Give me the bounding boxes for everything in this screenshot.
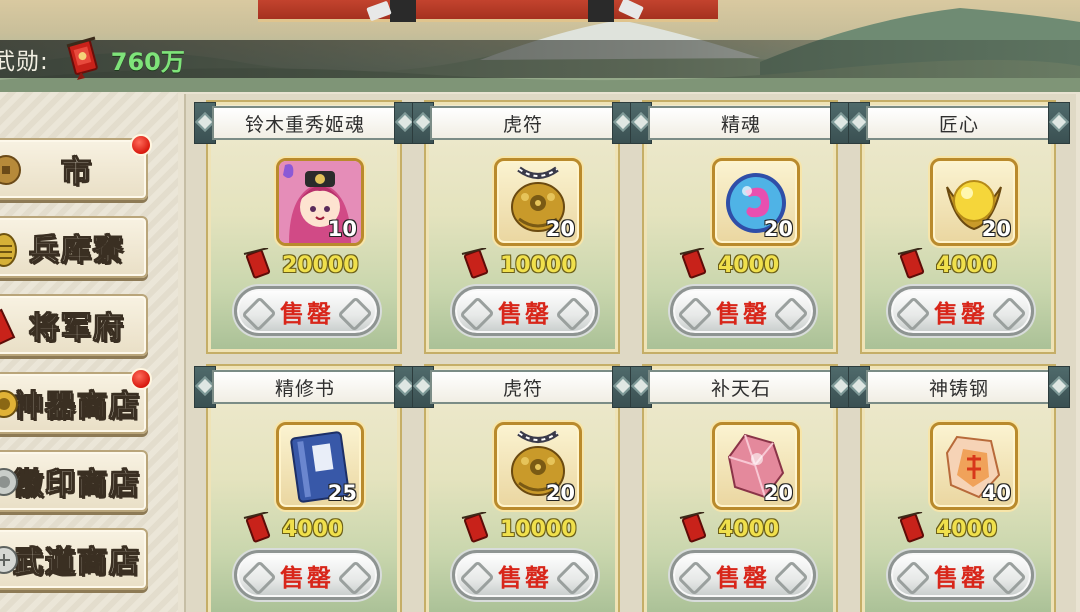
banner-flag-icon — [679, 512, 707, 543]
sidebar-item-label: 武道商店 — [13, 545, 141, 581]
item-name: 匠心 — [938, 113, 979, 136]
sold-out-label: 售罄 — [280, 563, 334, 592]
sidebar-item-label: 徽印商店 — [13, 467, 141, 503]
sold-out-label: 售罄 — [934, 563, 988, 592]
banner-flag-icon — [897, 512, 925, 543]
sold-out-label: 售罄 — [934, 299, 988, 328]
shop-item-card[interactable]: 精修书 25 4000 售罄 — [194, 364, 416, 612]
banner-flag-icon — [897, 248, 925, 279]
shop-grid: 铃木重秀姬魂 10 20000 售罄 虎符 20 10000 售罄 精魂 20 … — [184, 94, 1076, 612]
currency-value: 760万 — [110, 47, 185, 76]
banner-flag-icon — [66, 36, 98, 80]
castle-gate — [258, 0, 718, 22]
sold-out-button[interactable]: 售罄 — [234, 550, 380, 600]
sold-out-label: 售罄 — [498, 563, 552, 592]
sidebar-item-armory[interactable]: 兵库寮 — [0, 216, 148, 278]
item-name: 补天石 — [710, 377, 771, 400]
banner-flag-icon — [679, 248, 707, 279]
sold-out-button[interactable]: 售罄 — [670, 286, 816, 336]
item-price: 20000 — [282, 252, 359, 278]
item-name: 铃木重秀姬魂 — [244, 113, 365, 136]
sidebar-item-label: 神器商店 — [13, 389, 141, 425]
sold-out-button[interactable]: 售罄 — [452, 286, 598, 336]
banner-flag-icon — [461, 248, 489, 279]
sidebar-item-shogun-mansion[interactable]: 将军府 — [0, 294, 148, 356]
item-name: 精魂 — [720, 113, 761, 136]
item-price: 4000 — [718, 516, 780, 542]
item-slot[interactable]: 10 — [276, 158, 364, 246]
silver-coin-icon — [0, 546, 18, 574]
item-slot[interactable]: 20 — [712, 422, 800, 510]
item-price: 4000 — [936, 516, 998, 542]
banner-flag-icon — [243, 248, 271, 279]
item-name: 虎符 — [502, 377, 543, 400]
helmet-icon — [0, 233, 17, 267]
item-name: 精修书 — [274, 377, 335, 400]
item-price: 4000 — [718, 252, 780, 278]
sold-out-button[interactable]: 售罄 — [888, 286, 1034, 336]
sidebar-item-market[interactable]: 市 — [0, 134, 152, 200]
notification-badge — [130, 134, 152, 156]
currency-bar: 武勋: 760万 — [0, 36, 1080, 80]
sold-out-button[interactable]: 售罄 — [670, 550, 816, 600]
sold-out-label: 售罄 — [716, 563, 770, 592]
silver-emblem-icon — [0, 468, 18, 496]
item-price: 10000 — [500, 252, 577, 278]
sold-out-button[interactable]: 售罄 — [452, 550, 598, 600]
notification-badge — [130, 368, 152, 390]
banner-flag-icon — [243, 512, 271, 543]
currency-label: 武勋: — [0, 49, 49, 75]
item-price: 4000 — [936, 252, 998, 278]
item-name: 虎符 — [502, 113, 543, 136]
shop-item-card[interactable]: 神铸钢 40 4000 售罄 — [848, 364, 1070, 612]
shop-item-card[interactable]: 虎符 20 10000 售罄 — [412, 364, 634, 612]
item-price: 4000 — [282, 516, 344, 542]
sidebar-item-emblem-shop[interactable]: 徽印商店 — [0, 450, 148, 512]
item-quantity: 40 — [981, 481, 1011, 505]
coin-icon — [0, 155, 21, 185]
shop-item-card[interactable]: 补天石 20 4000 售罄 — [630, 364, 852, 612]
sold-out-label: 售罄 — [280, 299, 334, 328]
gold-medallion-icon — [0, 390, 18, 418]
item-quantity: 20 — [763, 217, 793, 241]
sold-out-button[interactable]: 售罄 — [234, 286, 380, 336]
item-slot[interactable]: 40 — [930, 422, 1018, 510]
banner-flag-icon — [461, 512, 489, 543]
shop-item-card[interactable]: 铃木重秀姬魂 10 20000 售罄 — [194, 100, 416, 354]
shop-item-card[interactable]: 虎符 20 10000 售罄 — [412, 100, 634, 354]
red-banner-icon — [0, 308, 16, 346]
item-quantity: 25 — [327, 481, 357, 505]
shop-item-card[interactable]: 匠心 20 4000 售罄 — [848, 100, 1070, 354]
item-quantity: 10 — [327, 217, 357, 241]
sidebar-item-artifact-shop[interactable]: 神器商店 — [0, 368, 152, 434]
sold-out-label: 售罄 — [498, 299, 552, 328]
sidebar: 市 兵库寮 将军府 神器商店 徽印商店 武道商店 — [0, 92, 178, 612]
item-quantity: 20 — [545, 217, 575, 241]
shop-item-card[interactable]: 精魂 20 4000 售罄 — [630, 100, 852, 354]
sidebar-item-label: 兵库寮 — [29, 233, 125, 269]
sidebar-item-martial-shop[interactable]: 武道商店 — [0, 528, 148, 590]
item-name: 神铸钢 — [928, 377, 989, 400]
item-slot[interactable]: 20 — [712, 158, 800, 246]
item-price: 10000 — [500, 516, 577, 542]
sold-out-button[interactable]: 售罄 — [888, 550, 1034, 600]
item-quantity: 20 — [545, 481, 575, 505]
sidebar-item-label: 将军府 — [29, 311, 125, 347]
item-quantity: 20 — [763, 481, 793, 505]
sidebar-item-label: 市 — [61, 155, 93, 191]
item-slot[interactable]: 20 — [930, 158, 1018, 246]
item-quantity: 20 — [981, 217, 1011, 241]
item-slot[interactable]: 20 — [494, 158, 582, 246]
sold-out-label: 售罄 — [716, 299, 770, 328]
item-slot[interactable]: 25 — [276, 422, 364, 510]
item-slot[interactable]: 20 — [494, 422, 582, 510]
